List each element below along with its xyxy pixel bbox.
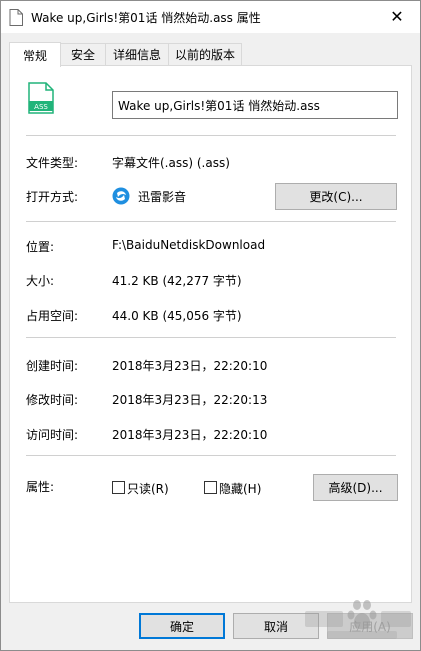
advanced-button[interactable]: 高级(D)... xyxy=(313,474,398,501)
close-button[interactable]: ✕ xyxy=(374,1,420,32)
general-panel: ASS 文件类型: 字幕文件(.ass) (.ass) 打开方式: 迅雷影音 更… xyxy=(9,65,412,603)
file-name-input[interactable] xyxy=(112,91,398,119)
size-label: 大小: xyxy=(26,274,55,288)
accessed-label: 访问时间: xyxy=(26,428,79,442)
subtitle-file-icon: ASS xyxy=(28,82,54,114)
readonly-checkbox[interactable] xyxy=(112,481,125,494)
tab-security[interactable]: 安全 xyxy=(60,43,106,65)
svg-text:ASS: ASS xyxy=(34,103,48,111)
tab-general[interactable]: 常规 xyxy=(9,42,61,67)
change-button[interactable]: 更改(C)... xyxy=(275,183,397,210)
modified-value: 2018年3月23日，22:20:13 xyxy=(112,393,268,407)
properties-dialog: Wake up,Girls!第01话 悄然始动.ass 属性 ✕ 常规 安全 详… xyxy=(0,0,421,651)
accessed-value: 2018年3月23日，22:20:10 xyxy=(112,428,268,442)
open-with-label: 打开方式: xyxy=(26,190,79,204)
size-value: 41.2 KB (42,277 字节) xyxy=(112,274,242,288)
cancel-button[interactable]: 取消 xyxy=(233,613,319,639)
title-bar[interactable]: Wake up,Girls!第01话 悄然始动.ass 属性 ✕ xyxy=(1,1,420,33)
tab-strip: 常规 安全 详细信息 以前的版本 xyxy=(9,42,412,67)
hidden-checkbox[interactable] xyxy=(204,481,217,494)
tab-details[interactable]: 详细信息 xyxy=(105,43,169,65)
xunlei-player-icon xyxy=(112,187,130,205)
location-value: F:\BaiduNetdiskDownload xyxy=(112,238,266,252)
file-type-value: 字幕文件(.ass) (.ass) xyxy=(112,156,230,170)
document-icon xyxy=(9,9,23,26)
divider xyxy=(26,455,396,456)
disk-size-label: 占用空间: xyxy=(26,309,79,323)
created-value: 2018年3月23日，22:20:10 xyxy=(112,359,268,373)
divider xyxy=(26,337,396,338)
tab-previous-versions[interactable]: 以前的版本 xyxy=(168,43,242,65)
file-type-label: 文件类型: xyxy=(26,156,79,170)
hidden-label[interactable]: 隐藏(H) xyxy=(219,480,261,497)
location-label: 位置: xyxy=(26,240,55,254)
open-with-value: 迅雷影音 xyxy=(138,190,187,204)
apply-button[interactable]: 应用(A) xyxy=(327,613,413,639)
modified-label: 修改时间: xyxy=(26,393,79,407)
close-icon: ✕ xyxy=(390,7,404,26)
divider xyxy=(26,221,396,222)
disk-size-value: 44.0 KB (45,056 字节) xyxy=(112,309,242,323)
attributes-label: 属性: xyxy=(26,480,55,494)
created-label: 创建时间: xyxy=(26,359,79,373)
divider xyxy=(26,135,396,136)
readonly-label[interactable]: 只读(R) xyxy=(127,480,169,497)
window-title: Wake up,Girls!第01话 悄然始动.ass 属性 xyxy=(31,11,261,25)
ok-button[interactable]: 确定 xyxy=(139,613,225,639)
